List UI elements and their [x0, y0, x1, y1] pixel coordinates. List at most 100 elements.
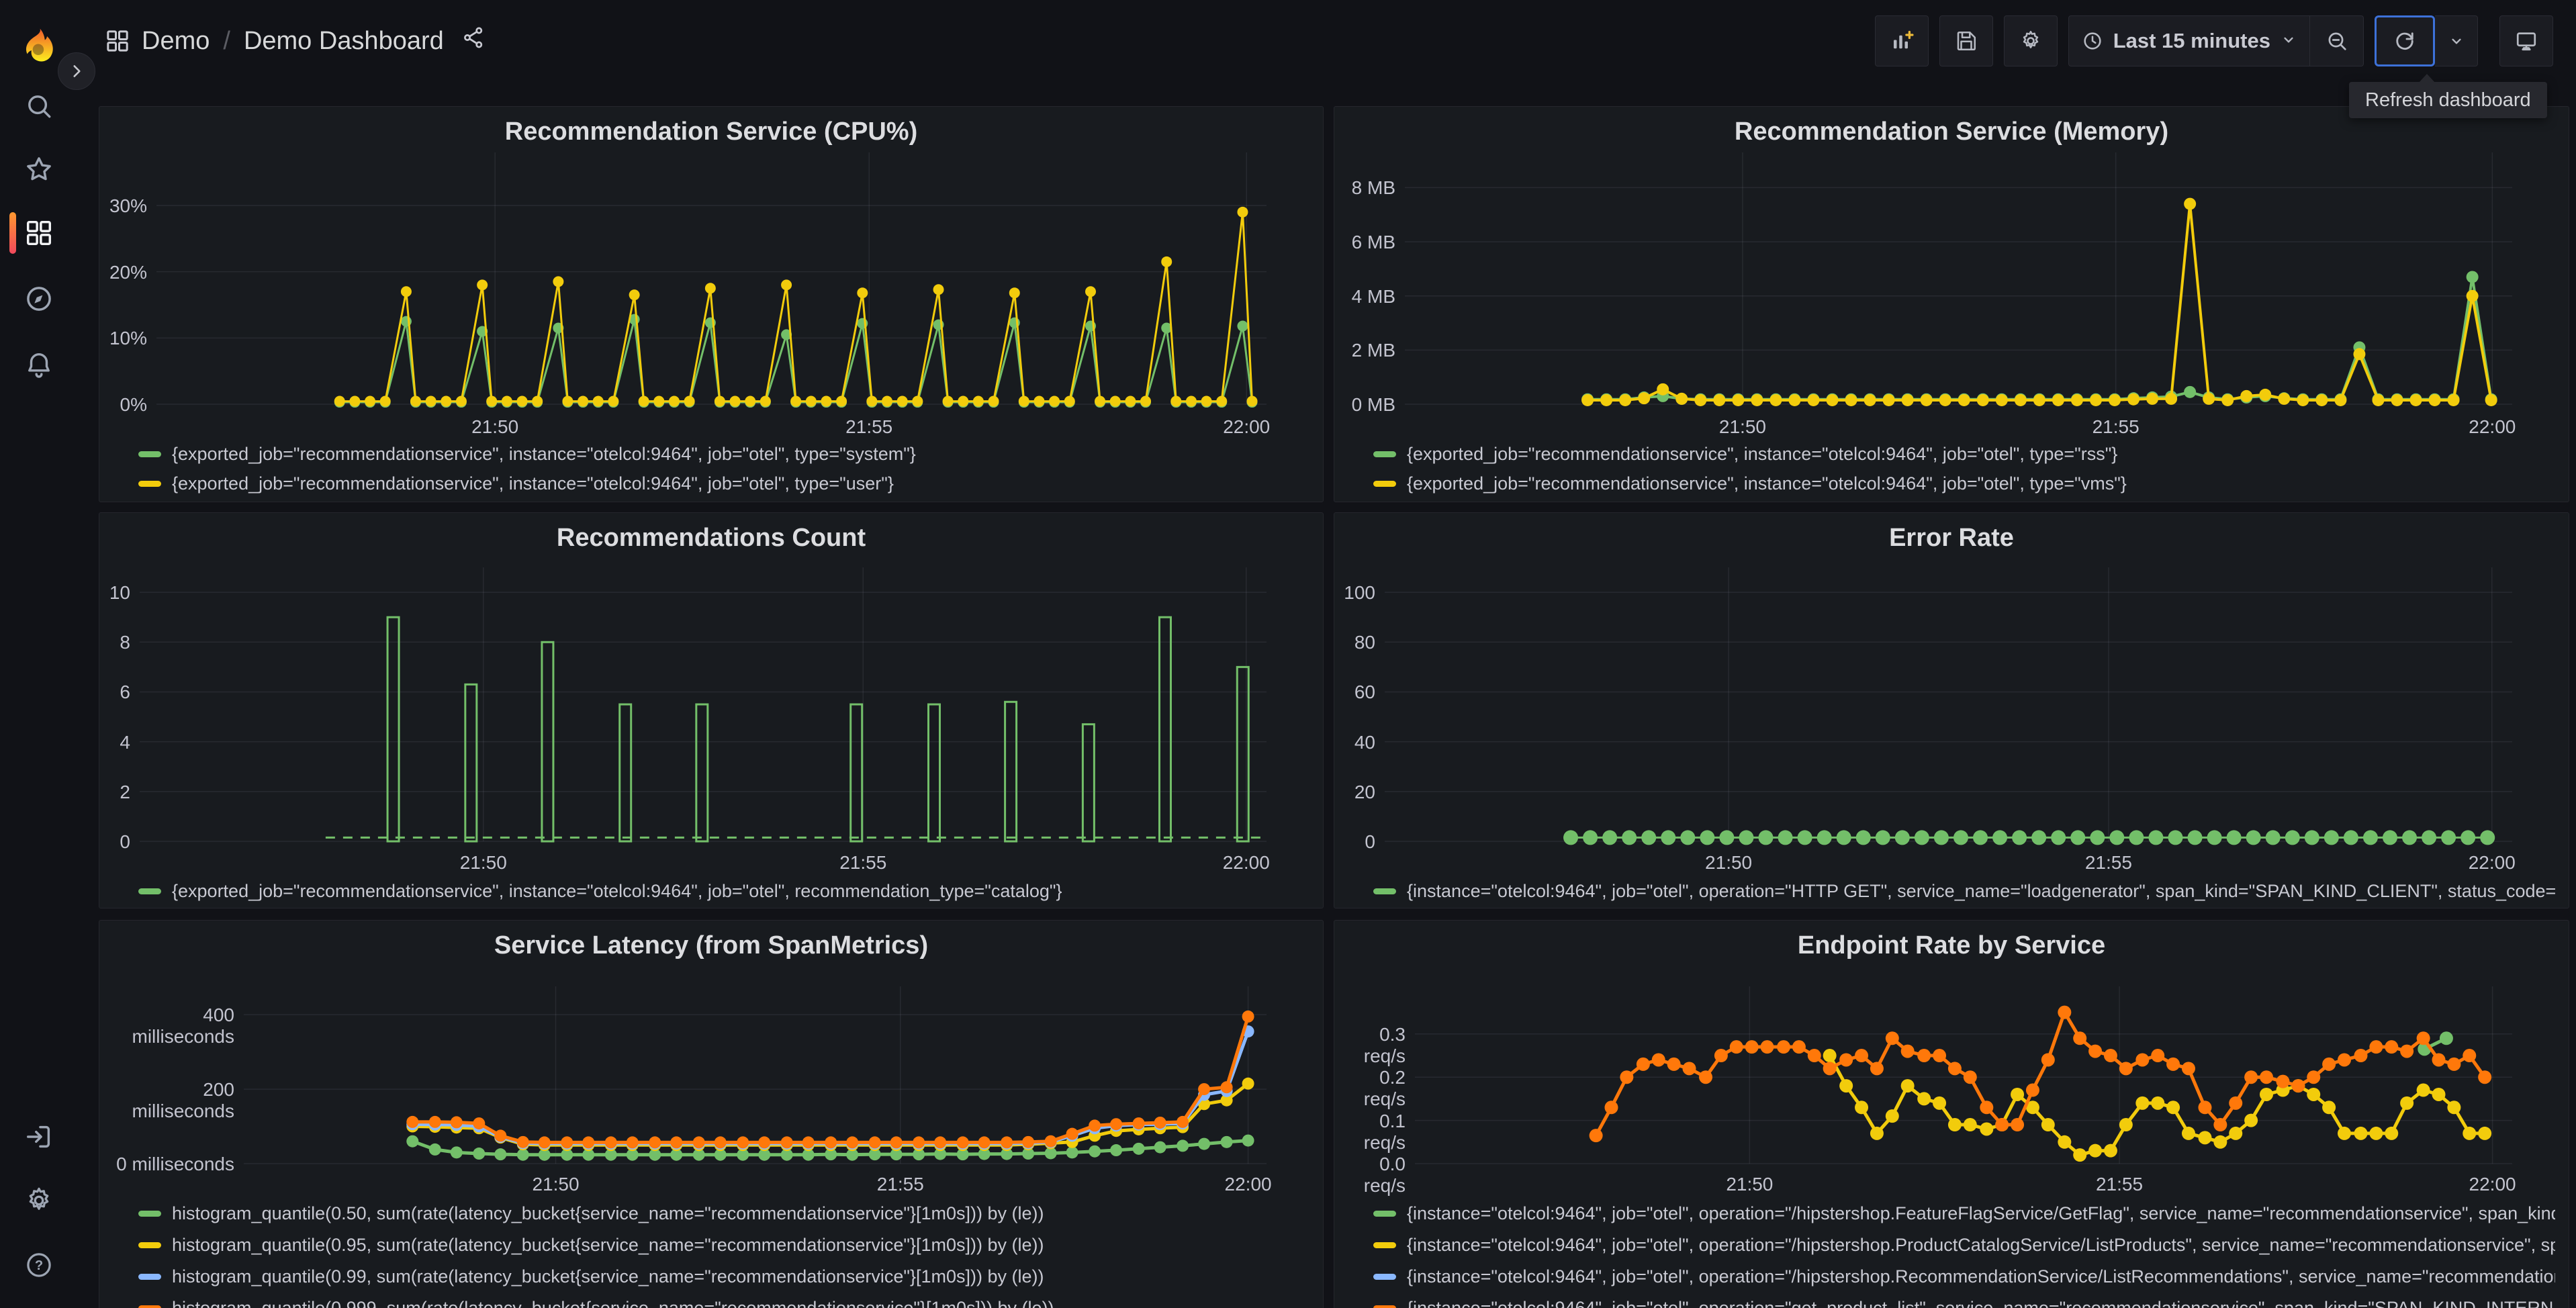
x-axis-tick-label: 22:00	[1224, 1174, 1272, 1195]
x-axis-tick-label: 21:55	[876, 1174, 924, 1195]
y-axis-tick-label: 80	[1354, 632, 1375, 653]
legend-swatch	[1373, 451, 1396, 457]
sidebar-item-configuration[interactable]	[0, 1170, 77, 1231]
legend-label: {exported_job="recommendationservice", i…	[172, 473, 894, 494]
x-axis-tick-label: 21:55	[845, 416, 893, 437]
apps-icon[interactable]	[104, 28, 131, 54]
expand-sidebar-button[interactable]	[58, 52, 95, 90]
grafana-logo-icon	[26, 28, 53, 62]
y-axis-tick-label: 4 MB	[1351, 285, 1395, 307]
chevron-down-icon	[2451, 38, 2461, 44]
legend-swatch	[1373, 888, 1396, 894]
x-axis-tick-label: 21:55	[2092, 416, 2140, 437]
refresh-interval-caret-button[interactable]	[2435, 15, 2478, 66]
y-axis-tick-label: 6	[120, 682, 130, 703]
legend-item[interactable]: {instance="otelcol:9464", job="otel", op…	[1373, 880, 2555, 902]
y-axis-tick-label: 0.1 req/s	[1363, 1110, 1406, 1153]
search-icon	[28, 95, 50, 118]
x-axis-tick-label: 21:55	[2095, 1174, 2144, 1195]
y-axis-tick-label: 60	[1354, 682, 1375, 703]
sidebar-item-sign-in[interactable]	[0, 1106, 77, 1168]
cycle-view-mode-button[interactable]	[2499, 15, 2553, 66]
legend-item[interactable]: {exported_job="recommendationservice", i…	[138, 472, 1309, 495]
sidebar: ?	[0, 0, 77, 1308]
x-axis-tick-label: 21:55	[839, 852, 887, 873]
sidebar-item-alerting[interactable]	[0, 334, 77, 395]
dashboard-toolbar: Last 15 minutes	[1874, 15, 2553, 66]
time-range-picker[interactable]: Last 15 minutes	[2068, 15, 2310, 66]
sidebar-item-help[interactable]: ?	[0, 1234, 77, 1296]
settings-gear-icon	[2023, 30, 2038, 48]
y-axis-tick-label: 20%	[109, 261, 147, 283]
legend-item[interactable]: {exported_job="recommendationservice", i…	[138, 442, 1309, 465]
legend-label: {exported_job="recommendationservice", i…	[172, 443, 916, 464]
share-icon	[463, 27, 482, 48]
legend-swatch	[1373, 1210, 1396, 1217]
legend-label: histogram_quantile(0.50, sum(rate(latenc…	[172, 1203, 1044, 1223]
dashboards-grid-icon	[26, 220, 51, 246]
time-range-caret	[2280, 31, 2297, 52]
compass-icon	[26, 287, 51, 311]
panel: Error Rate 0 20 40 60 80 100 21:50 21:55 22:00 {in…	[1334, 512, 2569, 908]
dashboard-settings-button[interactable]	[2003, 15, 2058, 66]
y-axis-tick-label: 0.0 req/s	[1363, 1154, 1406, 1196]
breadcrumb: Demo / Demo Dashboard	[104, 26, 486, 56]
star-icon	[26, 157, 51, 181]
legend-item[interactable]: {instance="otelcol:9464", job="otel", op…	[1373, 1265, 2555, 1288]
save-dashboard-button[interactable]	[1939, 15, 1993, 66]
panel: Service Latency (from SpanMetrics) 0 mill…	[99, 920, 1324, 1308]
share-button[interactable]	[455, 26, 486, 56]
breadcrumb-folder[interactable]: Demo	[142, 27, 210, 56]
sign-in-icon	[26, 1125, 50, 1148]
sidebar-item-starred[interactable]	[0, 138, 77, 200]
zoom-out-icon	[2328, 32, 2346, 50]
legend-label: histogram_quantile(0.95, sum(rate(latenc…	[172, 1234, 1044, 1255]
legend-swatch	[138, 1273, 161, 1280]
breadcrumb-dashboard-title[interactable]: Demo Dashboard	[244, 27, 444, 56]
legend-item[interactable]: {instance="otelcol:9464", job="otel", op…	[1373, 1233, 2555, 1256]
sidebar-item-dashboards[interactable]	[0, 202, 77, 264]
legend-label: histogram_quantile(0.99, sum(rate(latenc…	[172, 1266, 1044, 1287]
x-axis-tick-label: 21:50	[1726, 1174, 1774, 1195]
panel: Endpoint Rate by Service 0.0 req/s 0.1 req…	[1334, 920, 2569, 1308]
legend-item[interactable]: {instance="otelcol:9464", job="otel", op…	[1373, 1297, 2555, 1308]
x-axis-tick-label: 21:50	[532, 1174, 580, 1195]
y-axis-tick-label: 0.2 req/s	[1363, 1067, 1406, 1110]
zoom-out-time-button[interactable]	[2310, 15, 2364, 66]
y-axis-tick-label: 400 milliseconds	[132, 1005, 235, 1047]
legend-label: histogram_quantile(0.999, sum(rate(laten…	[172, 1297, 1054, 1308]
legend-item[interactable]: {exported_job="recommendationservice", i…	[1373, 472, 2555, 495]
tooltip-text: Refresh dashboard	[2365, 89, 2531, 111]
y-axis-tick-label: 8 MB	[1351, 177, 1395, 199]
help-icon: ?	[26, 1253, 51, 1277]
legend-item[interactable]: histogram_quantile(0.99, sum(rate(latenc…	[138, 1265, 1309, 1288]
y-axis-tick-label: 100	[1344, 582, 1375, 604]
tooltip: Refresh dashboard	[2349, 74, 2547, 118]
legend-swatch	[138, 1210, 161, 1217]
legend-swatch	[1373, 1242, 1396, 1248]
legend-swatch	[1373, 480, 1396, 487]
legend-item[interactable]: histogram_quantile(0.999, sum(rate(laten…	[138, 1297, 1309, 1308]
x-axis-tick-label: 22:00	[2469, 1174, 2516, 1195]
chevron-down-icon	[2284, 37, 2293, 42]
y-axis-tick-label: 0	[120, 831, 130, 852]
clock-icon	[2084, 32, 2101, 50]
legend-label: {exported_job="recommendationservice", i…	[1407, 473, 2127, 494]
bell-icon	[28, 353, 50, 378]
add-panel-button[interactable]	[1874, 15, 1929, 66]
gear-icon	[29, 1187, 48, 1210]
refresh-group	[2375, 15, 2478, 66]
legend-item[interactable]: histogram_quantile(0.95, sum(rate(latenc…	[138, 1233, 1309, 1256]
y-axis-tick-label: 2 MB	[1351, 340, 1395, 361]
legend-item[interactable]: {exported_job="recommendationservice", i…	[138, 880, 1309, 902]
y-axis-tick-label: 0 milliseconds	[116, 1154, 234, 1174]
sidebar-item-explore[interactable]	[0, 268, 77, 330]
refresh-dashboard-button[interactable]	[2375, 15, 2435, 66]
x-axis-tick-label: 22:00	[2469, 416, 2516, 437]
legend-item[interactable]: {exported_job="recommendationservice", i…	[1373, 442, 2555, 465]
legend-item[interactable]: histogram_quantile(0.50, sum(rate(latenc…	[138, 1202, 1309, 1225]
legend-swatch	[138, 480, 161, 487]
legend-label: {exported_job="recommendationservice", i…	[1407, 443, 2118, 464]
legend-label: {exported_job="recommendationservice", i…	[172, 880, 1062, 901]
legend-item[interactable]: {instance="otelcol:9464", job="otel", op…	[1373, 1202, 2555, 1225]
